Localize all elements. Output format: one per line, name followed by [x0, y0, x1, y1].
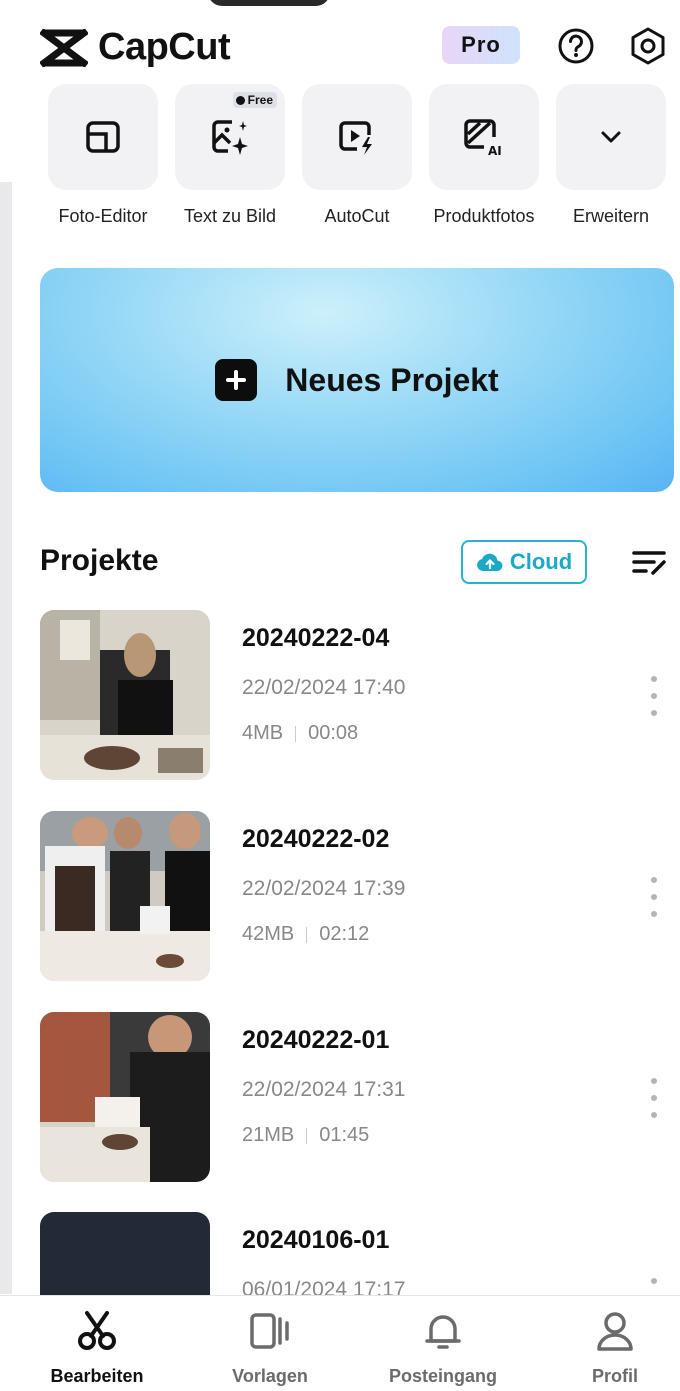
- clock-icon: [235, 95, 245, 105]
- camera-notch: [208, 0, 330, 6]
- more-options-icon[interactable]: [644, 877, 664, 917]
- project-date: 22/02/2024 17:40: [242, 676, 406, 699]
- cloud-button[interactable]: Cloud: [461, 540, 587, 584]
- project-thumbnail[interactable]: [40, 610, 210, 780]
- projects-title: Projekte: [40, 544, 159, 577]
- chevron-down-icon: [601, 131, 621, 143]
- nav-edit[interactable]: Bearbeiten: [22, 1308, 172, 1388]
- project-duration: 00:08: [308, 722, 359, 744]
- project-title: 20240222-02: [242, 825, 390, 853]
- project-item[interactable]: 20240222-04 22/02/2024 17:40 4MB 00:08: [40, 610, 670, 782]
- capcut-logo-icon: [40, 28, 88, 67]
- project-title: 20240222-04: [242, 624, 390, 652]
- tool-button[interactable]: Free: [175, 84, 285, 190]
- app-name: CapCut: [98, 26, 231, 68]
- pro-badge[interactable]: Pro: [442, 26, 520, 64]
- bell-icon: [420, 1308, 466, 1354]
- project-item[interactable]: 20240222-01 22/02/2024 17:31 21MB 01:45: [40, 1012, 670, 1184]
- nav-label: Posteingang: [388, 1366, 497, 1386]
- nav-templates[interactable]: Vorlagen: [195, 1308, 345, 1388]
- profile-icon: [592, 1308, 638, 1354]
- more-options-icon[interactable]: [644, 1078, 664, 1118]
- tool-button[interactable]: [302, 84, 412, 190]
- project-meta: 42MB 02:12: [242, 923, 369, 946]
- more-options-icon[interactable]: [644, 676, 664, 716]
- project-meta: 21MB 01:45: [242, 1124, 369, 1147]
- project-duration: 02:12: [319, 923, 370, 945]
- tool-label: Erweitern: [572, 206, 650, 226]
- nav-label: Bearbeiten: [50, 1366, 144, 1386]
- project-meta: 4MB 00:08: [242, 722, 358, 745]
- project-duration: 01:45: [319, 1124, 370, 1146]
- photo-editor-icon: [86, 121, 120, 153]
- project-date: 22/02/2024 17:39: [242, 877, 406, 900]
- project-thumbnail[interactable]: [40, 811, 210, 981]
- new-project-button[interactable]: Neues Projekt: [40, 268, 674, 492]
- cloud-icon: [476, 553, 503, 572]
- project-thumbnail[interactable]: [40, 1012, 210, 1182]
- help-icon[interactable]: [554, 24, 598, 68]
- sort-edit-icon[interactable]: [632, 548, 668, 578]
- separator: [306, 926, 308, 943]
- separator: [306, 1127, 308, 1144]
- project-size: 21MB: [242, 1124, 295, 1146]
- text-to-image-icon: [212, 120, 248, 155]
- project-size: 4MB: [242, 722, 284, 744]
- projects-header: Projekte Cloud: [40, 540, 670, 590]
- free-badge: Free: [232, 92, 277, 108]
- nav-label: Vorlagen: [232, 1366, 308, 1386]
- project-item[interactable]: 20240222-02 22/02/2024 17:39 42MB 02:12: [40, 811, 670, 983]
- bottom-navigation: Bearbeiten Vorlagen Posteingang Profil: [0, 1295, 680, 1391]
- project-title: 20240222-01: [242, 1026, 390, 1054]
- autocut-icon: [339, 121, 372, 155]
- tool-button[interactable]: [48, 84, 158, 190]
- svg-text:AI: AI: [488, 144, 502, 157]
- templates-icon: [247, 1308, 293, 1354]
- free-badge-label: Free: [247, 93, 273, 107]
- project-date: 22/02/2024 17:31: [242, 1078, 406, 1101]
- project-title: 20240106-01: [242, 1226, 390, 1254]
- separator: [295, 725, 297, 742]
- side-scroll-strip: [0, 182, 12, 1294]
- app-header: CapCut Pro: [40, 20, 665, 74]
- project-size: 42MB: [242, 923, 295, 945]
- app-logo: CapCut: [40, 26, 231, 69]
- settings-icon[interactable]: [626, 24, 670, 68]
- tool-button[interactable]: [556, 84, 666, 190]
- tool-button[interactable]: AI: [429, 84, 539, 190]
- tools-row: Foto-Editor Free Text zu Bild AutoCut AI…: [40, 84, 680, 234]
- nav-profile[interactable]: Profil: [540, 1308, 680, 1388]
- cloud-label: Cloud: [509, 549, 573, 574]
- nav-label: Profil: [591, 1366, 638, 1386]
- plus-icon: [215, 359, 258, 401]
- scissors-icon: [74, 1308, 120, 1354]
- product-photo-icon: AI: [464, 119, 502, 157]
- new-project-label: Neues Projekt: [285, 361, 499, 398]
- nav-inbox[interactable]: Posteingang: [368, 1308, 518, 1388]
